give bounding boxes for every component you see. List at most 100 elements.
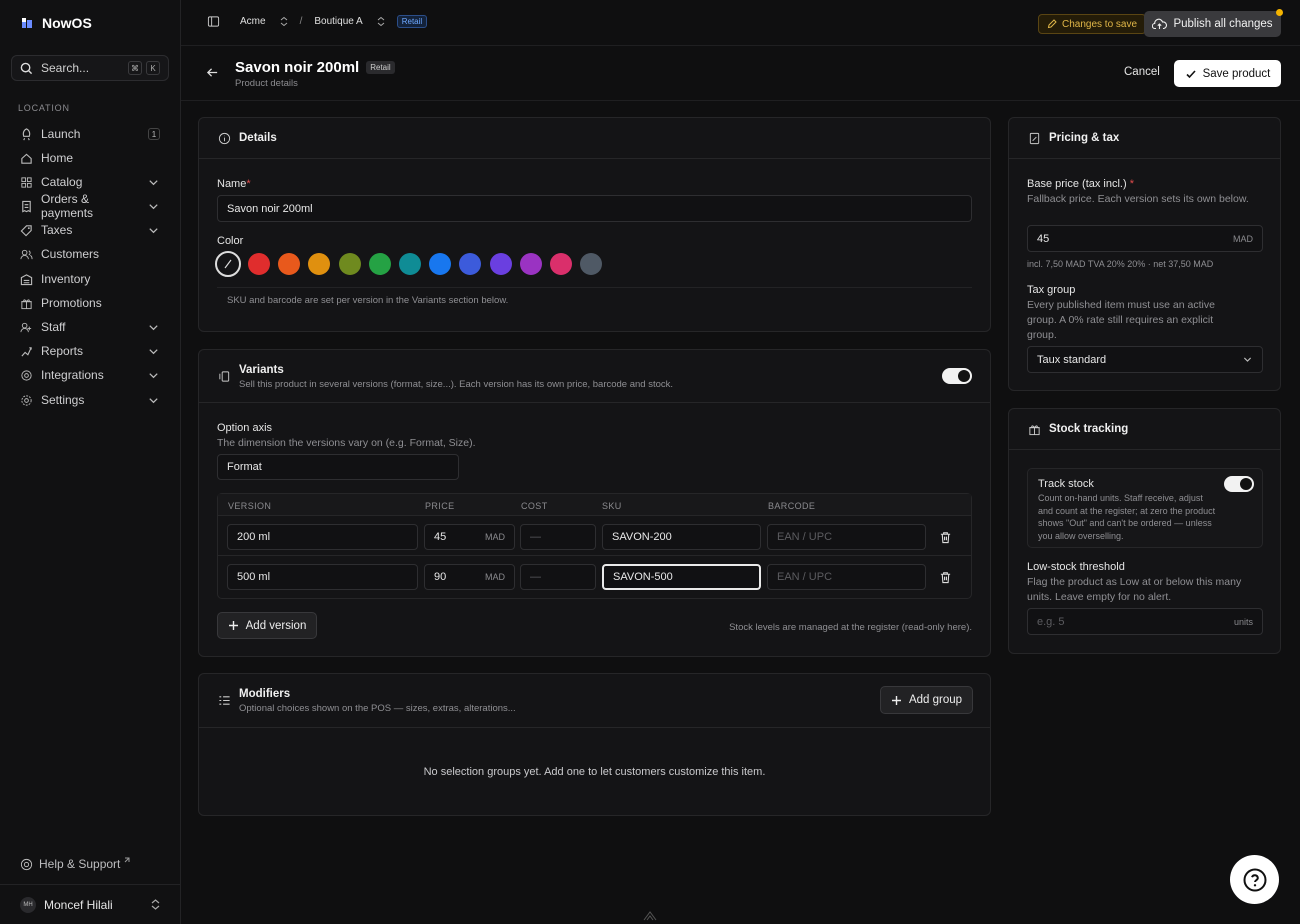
- option-axis-input[interactable]: Format: [217, 454, 459, 480]
- home-icon: [21, 153, 32, 164]
- sku-input-focused[interactable]: SAVON-500: [602, 564, 761, 590]
- variants-toggle[interactable]: [942, 368, 972, 384]
- pricing-card: Pricing & tax Base price (tax incl.) * F…: [1008, 117, 1281, 391]
- base-price-hint: Fallback price. Each version sets its ow…: [1027, 193, 1249, 205]
- store-type-badge: Retail: [396, 15, 428, 28]
- currency-suffix: MAD: [485, 532, 505, 542]
- add-group-button[interactable]: Add group: [880, 686, 973, 714]
- chevron-down-icon: [149, 372, 158, 378]
- low-stock-placeholder: e.g. 5: [1037, 615, 1065, 628]
- color-swatch[interactable]: [248, 253, 270, 275]
- no-color-swatch[interactable]: [215, 251, 241, 277]
- save-product-button[interactable]: Save product: [1174, 60, 1281, 87]
- user-menu[interactable]: MH Moncef Hilali: [0, 884, 181, 924]
- sidebar-item-staff[interactable]: Staff: [14, 316, 166, 338]
- color-swatch[interactable]: [338, 253, 361, 275]
- chart-icon: [21, 346, 32, 357]
- sidebar-item-label: Catalog: [41, 175, 83, 189]
- low-stock-input[interactable]: e.g. 5 units: [1027, 608, 1263, 635]
- base-price-input[interactable]: 45 MAD: [1027, 225, 1263, 252]
- sidebar-item-orders[interactable]: Orders & payments: [14, 192, 166, 220]
- sidebar-item-label: Customers: [41, 247, 100, 261]
- back-arrow-icon[interactable]: [206, 66, 219, 79]
- help-support-label: Help & Support: [39, 857, 121, 871]
- sidebar-toggle-icon[interactable]: [207, 15, 220, 28]
- color-swatch[interactable]: [489, 253, 512, 275]
- color-swatch[interactable]: [308, 253, 331, 275]
- color-swatch[interactable]: [519, 253, 542, 275]
- barcode-input[interactable]: EAN / UPC: [767, 524, 926, 550]
- col-cost: COST: [521, 501, 548, 511]
- add-version-button[interactable]: Add version: [217, 612, 317, 639]
- currency-suffix: MAD: [1233, 233, 1253, 244]
- col-version: VERSION: [228, 501, 272, 511]
- color-swatch[interactable]: [429, 253, 452, 275]
- store-selector[interactable]: Boutique A: [314, 16, 385, 27]
- version-name-input[interactable]: 500 ml: [227, 564, 418, 590]
- required-mark: *: [1129, 178, 1134, 190]
- org-selector[interactable]: Acme: [240, 16, 288, 27]
- barcode-input[interactable]: EAN / UPC: [767, 564, 926, 590]
- color-swatch[interactable]: [368, 253, 391, 275]
- option-axis-hint: The dimension the versions vary on (e.g.…: [217, 437, 476, 449]
- cost-input[interactable]: —: [520, 564, 596, 590]
- sidebar-item-inventory[interactable]: Inventory: [14, 268, 166, 290]
- table-header: VERSION PRICE COST SKU BARCODE: [218, 494, 971, 516]
- sidebar-item-label: Settings: [41, 393, 85, 407]
- price-input[interactable]: 90 MAD: [424, 564, 515, 590]
- option-axis-label: Option axis: [217, 422, 273, 434]
- page-title: Savon noir 200ml Retail: [235, 59, 395, 76]
- table-row: 500 ml 90 MAD — SAVON-500 EAN / UPC: [218, 556, 971, 596]
- sidebar-item-integrations[interactable]: Integrations: [14, 364, 166, 386]
- chevron-down-icon: [149, 348, 158, 354]
- changes-to-save-badge[interactable]: Changes to save: [1038, 14, 1147, 34]
- launch-count-badge: 1: [148, 128, 160, 140]
- publish-all-button[interactable]: Publish all changes: [1144, 9, 1283, 37]
- help-fab-button[interactable]: [1230, 855, 1279, 904]
- tax-group-select[interactable]: Taux standard: [1027, 346, 1263, 373]
- color-swatch[interactable]: [278, 253, 301, 275]
- plus-icon: [891, 695, 901, 705]
- modifiers-card: Modifiers Optional choices shown on the …: [198, 673, 991, 816]
- price-input[interactable]: 45 MAD: [424, 524, 515, 550]
- cancel-button[interactable]: Cancel: [1124, 66, 1160, 78]
- kbd-k: K: [146, 61, 160, 75]
- sidebar-item-settings[interactable]: Settings: [14, 389, 166, 411]
- trash-icon[interactable]: [939, 571, 952, 584]
- sidebar-item-launch[interactable]: Launch 1: [14, 123, 166, 145]
- sidebar-item-label: Reports: [41, 344, 84, 358]
- sidebar-item-promotions[interactable]: Promotions: [14, 292, 166, 314]
- sidebar-item-home[interactable]: Home: [14, 147, 166, 169]
- sku-input[interactable]: SAVON-200: [602, 524, 761, 550]
- changes-label: Changes to save: [1062, 18, 1138, 30]
- sidebar-item-reports[interactable]: Reports: [14, 340, 166, 362]
- cloud-upload-icon: [1152, 18, 1168, 30]
- page-subtitle: Product details: [235, 78, 298, 89]
- add-group-label: Add group: [908, 694, 963, 706]
- sidebar-item-label: Integrations: [41, 368, 104, 382]
- sidebar-item-label: Inventory: [41, 272, 91, 286]
- color-swatch[interactable]: [549, 253, 572, 275]
- details-note: SKU and barcode are set per version in t…: [227, 295, 509, 306]
- sidebar-item-catalog[interactable]: Catalog: [14, 171, 166, 193]
- details-card: Details Name* Savon noir 200ml Color SKU…: [198, 117, 991, 332]
- version-name-input[interactable]: 200 ml: [227, 524, 418, 550]
- col-barcode: BARCODE: [768, 501, 816, 511]
- sidebar-item-label: Taxes: [41, 223, 73, 237]
- color-swatch[interactable]: [459, 253, 482, 275]
- search-box[interactable]: Search... ⌘ K: [11, 55, 169, 81]
- app-logo[interactable]: NowOS: [20, 15, 92, 31]
- tax-icon: [20, 224, 32, 236]
- name-input[interactable]: Savon noir 200ml: [217, 195, 972, 222]
- help-support-link[interactable]: Help & Support: [20, 857, 130, 871]
- color-swatch[interactable]: [398, 253, 421, 275]
- sidebar-item-customers[interactable]: Customers: [14, 243, 166, 265]
- slash-icon: [224, 259, 232, 269]
- color-swatch[interactable]: [580, 253, 603, 275]
- cost-input[interactable]: —: [520, 524, 596, 550]
- nowos-logo-icon: [22, 18, 32, 28]
- tax-group-hint: Every published item must use an active …: [1027, 299, 1215, 341]
- trash-icon[interactable]: [939, 531, 952, 544]
- track-stock-toggle[interactable]: [1224, 476, 1254, 492]
- sidebar-item-taxes[interactable]: Taxes: [14, 219, 166, 241]
